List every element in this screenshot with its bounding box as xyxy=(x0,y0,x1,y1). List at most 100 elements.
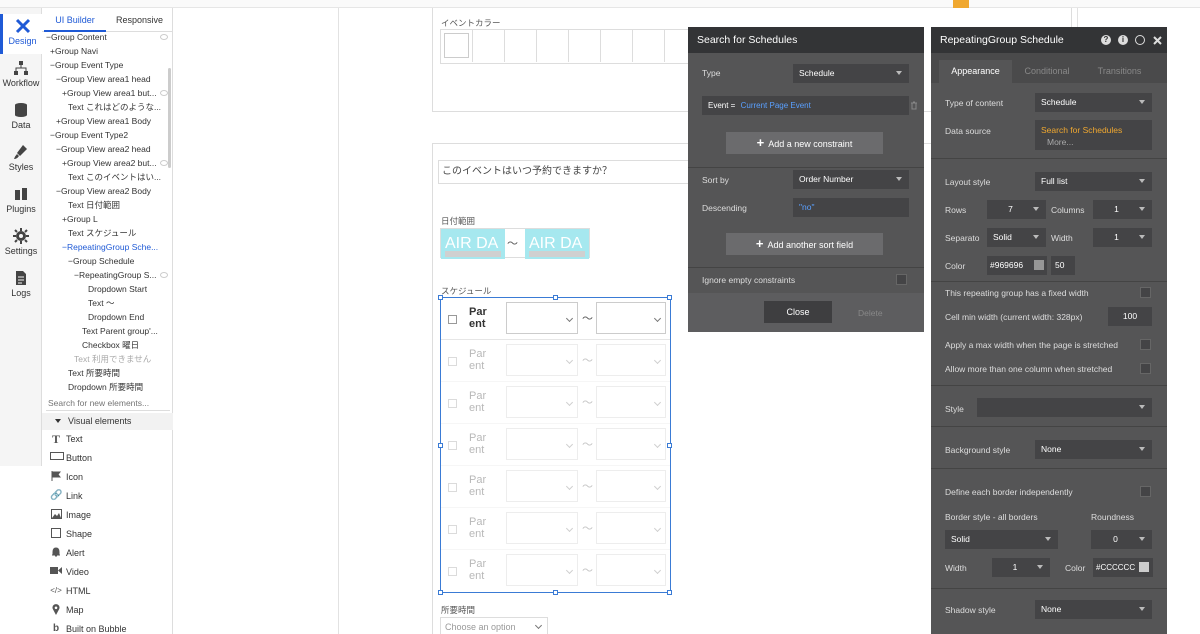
weekday-checkbox[interactable] xyxy=(448,483,457,492)
descending-input[interactable]: "no" xyxy=(793,198,909,217)
close-icon[interactable] xyxy=(1153,36,1162,45)
nav-design[interactable]: Design xyxy=(0,14,42,54)
tree-item[interactable]: Dropdown Start xyxy=(88,283,147,296)
dropdown-end[interactable] xyxy=(596,470,666,502)
weekday-checkbox[interactable] xyxy=(448,525,457,534)
color-swatch[interactable] xyxy=(537,30,569,62)
trash-icon[interactable] xyxy=(910,101,918,110)
nav-workflow[interactable]: Workflow xyxy=(0,56,42,96)
element-video[interactable]: Video xyxy=(42,563,173,581)
tree-item[interactable]: Text Parent group'... xyxy=(82,325,158,338)
resize-handle[interactable] xyxy=(438,590,443,595)
element-image[interactable]: Image xyxy=(42,506,173,524)
dropdown-start[interactable] xyxy=(506,428,578,460)
tree-item[interactable]: Dropdown 所要時間 xyxy=(68,381,143,393)
data-source-input[interactable]: Search for Schedules More... xyxy=(1035,120,1152,150)
rows-select[interactable]: 7 xyxy=(987,200,1046,219)
dropdown-start[interactable] xyxy=(506,470,578,502)
tab-ui-builder[interactable]: UI Builder xyxy=(44,10,106,32)
air-date-end[interactable]: AIR DA xyxy=(525,229,589,259)
fixed-width-checkbox[interactable] xyxy=(1140,287,1151,298)
air-date-start[interactable]: AIR DA xyxy=(441,229,505,259)
tree-item[interactable]: +Group View area1 but... xyxy=(62,87,157,100)
nav-styles[interactable]: Styles xyxy=(0,140,42,180)
dropdown-end[interactable] xyxy=(596,428,666,460)
visibility-eye-icon[interactable] xyxy=(160,160,168,166)
tree-item[interactable]: Text このイベントはい... xyxy=(68,171,161,184)
visibility-eye-icon[interactable] xyxy=(160,34,168,40)
tree-item[interactable]: Text スケジュール xyxy=(68,227,136,240)
color-swatch-icon[interactable] xyxy=(1139,562,1149,572)
dropdown-end[interactable] xyxy=(596,554,666,586)
info-icon[interactable]: i xyxy=(1118,35,1128,45)
nav-data[interactable]: Data xyxy=(0,98,42,138)
color-swatch[interactable] xyxy=(569,30,601,62)
visual-elements-header[interactable]: Visual elements xyxy=(42,413,173,430)
tree-item[interactable]: Text これはどのような... xyxy=(68,101,161,114)
color-swatch[interactable] xyxy=(505,30,537,62)
weekday-checkbox[interactable] xyxy=(448,315,457,324)
issues-badge[interactable] xyxy=(953,0,969,8)
dropdown-start[interactable] xyxy=(506,386,578,418)
element-shape[interactable]: Shape xyxy=(42,525,173,543)
weekday-checkbox[interactable] xyxy=(448,441,457,450)
resize-handle[interactable] xyxy=(667,295,672,300)
resize-handle[interactable] xyxy=(667,443,672,448)
tree-item[interactable]: −Group Event Type2 xyxy=(50,129,128,142)
weekday-checkbox[interactable] xyxy=(448,357,457,366)
define-border-checkbox[interactable] xyxy=(1140,486,1151,497)
tree-item[interactable]: +Group View area1 Body xyxy=(56,115,151,128)
tab-conditional[interactable]: Conditional xyxy=(1012,60,1082,83)
apply-max-width-checkbox[interactable] xyxy=(1140,339,1151,350)
tree-item[interactable]: −Group View area2 Body xyxy=(56,185,151,198)
tree-item[interactable]: Text 日付範囲 xyxy=(68,199,120,212)
sort-by-select[interactable]: Order Number xyxy=(793,170,909,189)
tree-item[interactable]: Checkbox 曜日 xyxy=(82,339,139,352)
tree-item[interactable]: Text ～ xyxy=(88,297,114,310)
constraint-row[interactable]: Event = Current Page Event xyxy=(702,96,909,115)
element-button[interactable]: Button xyxy=(42,449,173,467)
type-select[interactable]: Schedule xyxy=(793,64,909,83)
resize-handle[interactable] xyxy=(667,590,672,595)
layout-style-select[interactable]: Full list xyxy=(1035,172,1152,191)
nav-logs[interactable]: Logs xyxy=(0,266,42,306)
element-link[interactable]: 🔗 Link xyxy=(42,487,173,505)
element-built-on-bubble[interactable]: b Built on Bubble xyxy=(42,620,173,634)
data-source-more[interactable]: More... xyxy=(1041,136,1152,148)
element-map[interactable]: Map xyxy=(42,601,173,619)
weekday-checkbox[interactable] xyxy=(448,567,457,576)
color-swatch[interactable] xyxy=(601,30,633,62)
color-swatch-icon[interactable] xyxy=(1034,260,1044,270)
tree-item[interactable]: −Group View area2 head xyxy=(56,143,151,156)
tree-item[interactable]: Text 利用できません xyxy=(74,353,151,366)
separator-opacity-input[interactable]: 50 xyxy=(1051,256,1075,275)
ignore-empty-checkbox[interactable] xyxy=(896,274,907,285)
tab-transitions[interactable]: Transitions xyxy=(1082,60,1157,83)
dropdown-start[interactable] xyxy=(506,302,578,334)
tree-item[interactable]: +Group View area2 but... xyxy=(62,157,157,170)
dropdown-end[interactable] xyxy=(596,344,666,376)
add-constraint-button[interactable]: + Add a new constraint xyxy=(726,132,883,154)
dropdown-end[interactable] xyxy=(596,512,666,544)
duration-dropdown[interactable]: Choose an option xyxy=(440,617,548,634)
tree-item[interactable]: +Group Navi xyxy=(50,45,98,58)
allow-more-columns-checkbox[interactable] xyxy=(1140,363,1151,374)
separator-width-select[interactable]: 1 xyxy=(1093,228,1152,247)
resize-handle[interactable] xyxy=(553,590,558,595)
nav-settings[interactable]: Settings xyxy=(0,224,42,264)
color-swatch[interactable] xyxy=(441,30,473,62)
tree-item[interactable]: −RepeatingGroup S... xyxy=(74,269,156,282)
resize-handle[interactable] xyxy=(553,295,558,300)
background-style-select[interactable]: None xyxy=(1035,440,1152,459)
visibility-eye-icon[interactable] xyxy=(160,90,168,96)
dropdown-end[interactable] xyxy=(596,302,666,334)
help-icon[interactable]: ? xyxy=(1101,35,1111,45)
weekday-checkbox[interactable] xyxy=(448,399,457,408)
color-swatch[interactable] xyxy=(473,30,505,62)
type-of-content-select[interactable]: Schedule xyxy=(1035,93,1152,112)
tree-item-selected[interactable]: −RepeatingGroup Sche... xyxy=(62,241,158,254)
dropdown-start[interactable] xyxy=(506,344,578,376)
dropdown-start[interactable] xyxy=(506,512,578,544)
element-search-input[interactable] xyxy=(46,395,170,411)
columns-select[interactable]: 1 xyxy=(1093,200,1152,219)
